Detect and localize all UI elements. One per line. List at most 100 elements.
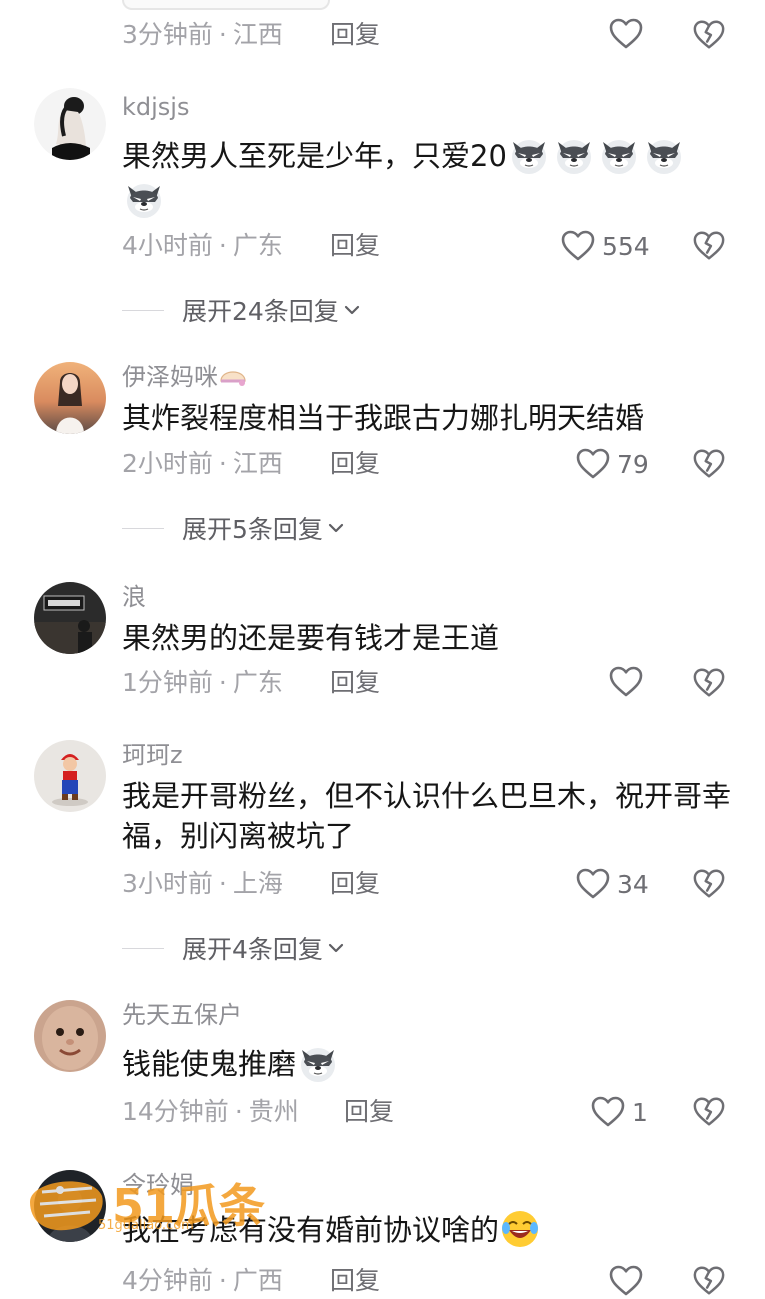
reply-button[interactable]: 回复: [344, 1097, 394, 1127]
comment-time: 2小时前: [122, 449, 213, 478]
divider-line: [122, 527, 164, 529]
comment-item: kdjsjs 果然男人至死是少年，只爱20 4小时前 · 广东 回复 554 展开2…: [0, 88, 765, 338]
heart-outline-icon[interactable]: [608, 16, 644, 52]
comment-meta: 3小时前 · 上海: [122, 869, 283, 898]
wolf-face-emoji: [597, 132, 641, 176]
heart-outline-icon[interactable]: [608, 664, 644, 700]
comment-meta: 1分钟前 · 广东: [122, 668, 283, 697]
expand-replies-label: 展开4条回复: [182, 935, 323, 964]
like-count: 34: [617, 869, 649, 899]
broken-heart-icon[interactable]: [692, 1095, 726, 1129]
reply-button[interactable]: 回复: [330, 231, 380, 261]
like-count: 79: [617, 449, 649, 479]
comment-meta: 3分钟前 · 江西: [122, 20, 283, 49]
heart-outline-icon: [590, 1094, 626, 1130]
broken-heart-icon[interactable]: [692, 447, 726, 481]
comment-text: 我在考虑有没有婚前协议啥的: [122, 1208, 732, 1250]
reply-button[interactable]: 回复: [330, 668, 380, 698]
wolf-face-emoji: [122, 176, 166, 220]
reply-button[interactable]: 回复: [330, 449, 380, 479]
comment-body: 果然男人至死是少年，只爱20: [122, 139, 507, 173]
reply-button[interactable]: 回复: [330, 20, 380, 50]
comment-time: 4小时前: [122, 231, 213, 260]
broken-heart-icon[interactable]: [692, 1264, 726, 1298]
username-text: 伊泽妈咪: [122, 363, 218, 391]
chevron-down-icon: [341, 299, 363, 321]
comment-text: 果然男人至死是少年，只爱20: [122, 132, 732, 220]
divider-line: [122, 309, 164, 311]
expand-replies-button[interactable]: 展开4条回复: [122, 933, 347, 964]
username[interactable]: 伊泽妈咪: [122, 362, 248, 392]
comment-item: 珂珂z 我是开哥粉丝，但不认识什么巴旦木，祝开哥幸福，别闪离被坑了 3小时前 · 上…: [0, 738, 765, 978]
heart-outline-icon: [575, 446, 611, 482]
expand-replies-label: 展开5条回复: [182, 515, 323, 544]
chevron-down-icon: [325, 517, 347, 539]
comment-time: 4分钟前: [122, 1266, 213, 1295]
comment-location: 上海: [232, 869, 283, 898]
comment-body: 钱能使鬼推磨: [122, 1047, 297, 1081]
broken-heart-icon[interactable]: [692, 229, 726, 263]
comment-meta: 4小时前 · 广东: [122, 231, 283, 260]
comment-image-stub[interactable]: [122, 0, 330, 10]
reply-button[interactable]: 回复: [330, 1266, 380, 1296]
comment-text: 其炸裂程度相当于我跟古力娜扎明天结婚: [122, 401, 645, 435]
comment-meta: 2小时前 · 江西: [122, 449, 283, 478]
expand-replies-label: 展开24条回复: [182, 297, 339, 326]
comment-text: 我是开哥粉丝，但不认识什么巴旦木，祝开哥幸福，别闪离被坑了: [122, 779, 732, 853]
comment-item: 伊泽妈咪 其炸裂程度相当于我跟古力娜扎明天结婚 2小时前 · 江西 回复 79 展开…: [0, 360, 765, 560]
chevron-down-icon: [325, 937, 347, 959]
username[interactable]: 珂珂z: [122, 740, 183, 770]
wolf-face-emoji: [507, 132, 551, 176]
comment-time: 3小时前: [122, 869, 213, 898]
comment-item: 令玲娟 我在考虑有没有婚前协议啥的 4分钟前 · 广西 回复: [0, 1168, 765, 1280]
avatar[interactable]: [34, 362, 106, 434]
avatar[interactable]: [34, 1170, 106, 1242]
comment-meta: 14分钟前 · 贵州: [122, 1097, 299, 1126]
avatar[interactable]: [34, 740, 106, 812]
username[interactable]: kdjsjs: [122, 92, 189, 122]
bonnet-emoji: [220, 371, 246, 386]
avatar[interactable]: [34, 1000, 106, 1072]
broken-heart-icon[interactable]: [692, 18, 726, 52]
username[interactable]: 先天五保户: [122, 1000, 242, 1030]
comment-location: 广西: [232, 1266, 283, 1295]
comment-location: 贵州: [248, 1097, 299, 1126]
comment-time: 3分钟前: [122, 20, 213, 49]
comment-location: 广东: [232, 231, 283, 260]
like-button[interactable]: 34: [575, 864, 649, 904]
comment-text: 果然男的还是要有钱才是王道: [122, 621, 500, 655]
divider-line: [122, 947, 164, 949]
partial-comment: 3分钟前 · 江西 回复: [0, 0, 765, 70]
laughing-crying-emoji: [499, 1208, 541, 1250]
comment-time: 14分钟前: [122, 1097, 229, 1126]
avatar[interactable]: [34, 88, 106, 160]
heart-outline-icon[interactable]: [608, 1263, 644, 1299]
heart-outline-icon: [560, 228, 596, 264]
username[interactable]: 浪: [122, 582, 146, 612]
comment-item: 先天五保户 钱能使鬼推磨 14分钟前 · 贵州 回复 1: [0, 998, 765, 1148]
comment-time: 1分钟前: [122, 668, 213, 697]
comment-location: 江西: [232, 449, 283, 478]
wolf-face-emoji: [642, 132, 686, 176]
username[interactable]: 令玲娟: [122, 1170, 194, 1200]
comment-location: 江西: [232, 20, 283, 49]
comment-text: 钱能使鬼推磨: [122, 1040, 732, 1084]
wolf-face-emoji: [552, 132, 596, 176]
comment-location: 广东: [232, 668, 283, 697]
like-count: 554: [602, 231, 650, 261]
like-button[interactable]: 79: [575, 444, 649, 484]
comment-item: 浪 果然男的还是要有钱才是王道 1分钟前 · 广东 回复: [0, 580, 765, 710]
expand-replies-button[interactable]: 展开5条回复: [122, 513, 347, 544]
broken-heart-icon[interactable]: [692, 867, 726, 901]
like-button[interactable]: 554: [560, 226, 650, 266]
heart-outline-icon: [575, 866, 611, 902]
like-button[interactable]: 1: [590, 1092, 648, 1132]
broken-heart-icon[interactable]: [692, 666, 726, 700]
reply-button[interactable]: 回复: [330, 869, 380, 899]
avatar[interactable]: [34, 582, 106, 654]
like-count: 1: [632, 1097, 648, 1127]
wolf-face-emoji: [296, 1040, 340, 1084]
comment-meta: 4分钟前 · 广西: [122, 1266, 283, 1295]
expand-replies-button[interactable]: 展开24条回复: [122, 295, 363, 326]
comment-body: 我在考虑有没有婚前协议啥的: [122, 1213, 500, 1247]
